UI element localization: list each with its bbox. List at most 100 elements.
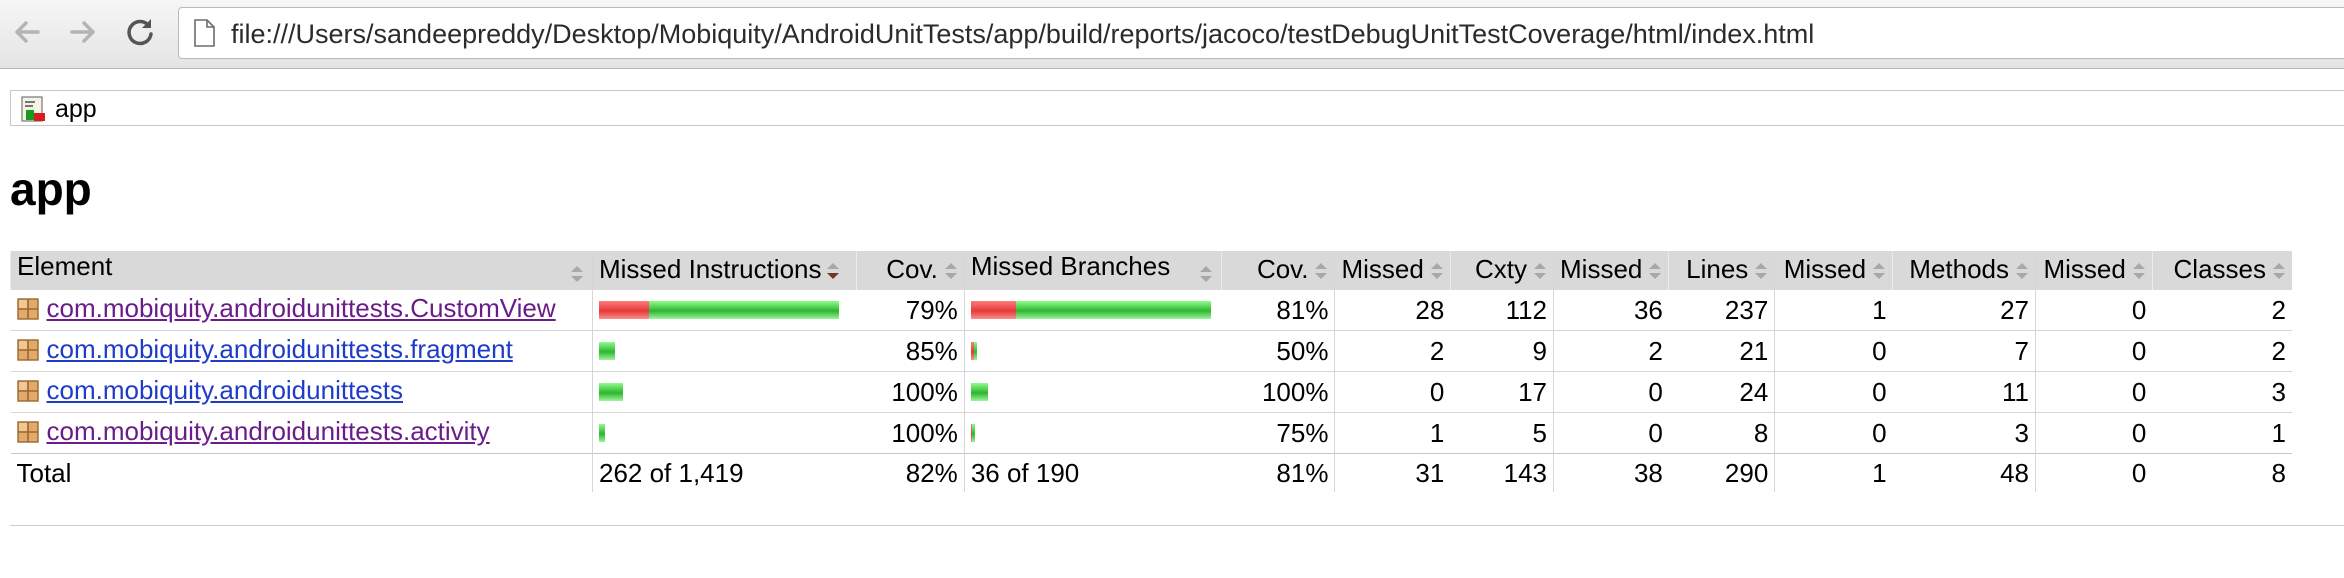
sort-icon [1531,256,1547,287]
breadcrumb-current: app [55,95,97,123]
header-missed-methods[interactable]: Missed [1774,251,1893,290]
header-cxty[interactable]: Cxty [1449,251,1555,290]
missed-classes: 0 [2131,417,2147,448]
total-missed-lines: 38 [1553,453,1669,492]
table-header-row: Element Missed Instructions Cov. Missed … [10,251,2292,290]
missed-methods: 0 [1774,330,1893,372]
header-cov-branches[interactable]: Cov. [1221,251,1336,290]
url-text[interactable]: file:///Users/sandeepreddy/Desktop/Mobiq… [231,19,1814,50]
sort-icon [1646,256,1662,287]
package-icon [16,337,39,368]
covered-bar [1015,301,1211,319]
cov-instructions: 100% [856,412,965,454]
header-lines[interactable]: Lines [1668,251,1776,290]
total-missed-classes: 0 [2035,453,2153,492]
header-missed-branches[interactable]: Missed Branches [963,251,1222,290]
missed-branches-bar [964,371,1222,413]
missed-classes: 0 [2035,330,2153,372]
lines: 24 [1668,371,1776,413]
page-title: app [10,163,92,215]
cxty: 9 [1450,330,1555,372]
missed-cxty: 0 [1334,371,1451,413]
footer-divider [10,525,2344,526]
header-methods[interactable]: Methods [1892,251,2037,290]
missed-branches-bar [964,413,1222,454]
classes: 2 [2152,290,2292,331]
sort-desc-icon [826,256,842,287]
package-link[interactable]: com.mobiquity.androidunittests [47,375,403,405]
total-missed-branches: 36 of 190 [964,453,1222,492]
missed-branches-bar [964,290,1222,331]
header-missed-instructions[interactable]: Missed Instructions [591,251,857,290]
methods: 27 [1892,290,2037,331]
cxty: 17 [1450,371,1555,413]
covered-bar [971,424,975,442]
classes: 2 [2152,330,2292,372]
package-link[interactable]: com.mobiquity.androidunittests.CustomVie… [47,293,556,323]
covered-bar [648,301,839,319]
methods: 7 [1892,330,2037,372]
page-document-icon [193,19,215,52]
package-icon [16,378,39,409]
missed-lines: 36 [1553,290,1669,331]
cov-instructions: 79% [856,290,965,331]
back-arrow-icon[interactable] [8,12,48,52]
reload-icon[interactable] [120,12,160,52]
missed-cxty: 28 [1334,290,1451,331]
table-row: com.mobiquity.androidunittests.CustomVie… [10,290,2292,331]
address-bar[interactable]: file:///Users/sandeepreddy/Desktop/Mobiq… [178,7,2344,59]
sort-icon [942,256,958,287]
header-missed-lines[interactable]: Missed [1553,251,1669,290]
missed-lines: 2 [1553,330,1669,372]
cxty: 112 [1450,290,1555,331]
covered-bar [970,383,988,401]
missed-cxty: 1 [1429,417,1445,448]
total-cov-instructions: 82% [856,453,965,492]
total-missed-cxty: 31 [1334,453,1451,492]
element-cell: com.mobiquity.androidunittests.CustomVie… [10,290,593,331]
covered-bar [598,424,605,442]
missed-cxty: 2 [1334,330,1451,372]
missed-instructions-bar [592,330,857,372]
covered-bar [973,342,977,360]
cov-branches: 100% [1221,371,1336,413]
missed-classes: 0 [2035,371,2153,413]
forward-arrow-icon[interactable] [62,12,102,52]
report-icon [21,96,47,127]
missed-methods: 0 [1872,417,1887,448]
methods: 11 [1892,371,2037,413]
total-row: Total 262 of 1,419 82% 36 of 190 81% 31 … [10,453,2292,492]
covered-bar [598,383,623,401]
header-missed-cxty[interactable]: Missed [1334,251,1451,290]
table-row: com.mobiquity.androidunittests.activity 1… [10,412,2293,454]
sort-icon [2130,256,2146,287]
package-link[interactable]: com.mobiquity.androidunittests.fragment [47,334,513,364]
package-link[interactable]: com.mobiquity.androidunittests.activity [47,416,490,446]
missed-lines: 0 [1553,371,1669,413]
missed-lines: 0 [1648,417,1663,448]
sort-icon [1752,256,1768,287]
sort-icon [1428,256,1444,287]
sort-icon [2270,256,2286,287]
total-lines: 290 [1668,453,1776,492]
missed-methods: 0 [1774,371,1893,413]
total-cxty: 143 [1450,453,1555,492]
missed-methods: 1 [1774,290,1893,331]
covered-bar [598,342,615,360]
cov-instructions: 85% [856,330,965,372]
missed-bar [598,301,649,319]
header-classes[interactable]: Classes [2151,251,2292,290]
header-cov-instructions[interactable]: Cov. [856,251,965,290]
breadcrumb: app [10,90,2344,126]
sort-icon [1870,256,1886,287]
header-element[interactable]: Element [10,251,593,290]
package-icon [16,419,39,450]
browser-toolbar: file:///Users/sandeepreddy/Desktop/Mobiq… [0,0,2344,69]
total-label: Total [10,453,593,492]
lines: 8 [1668,412,1776,454]
cov-branches: 75% [1221,412,1336,454]
sort-icon [1312,256,1328,287]
header-missed-classes[interactable]: Missed [2035,251,2153,290]
lines: 237 [1668,290,1776,331]
cov-branches: 50% [1221,330,1336,372]
